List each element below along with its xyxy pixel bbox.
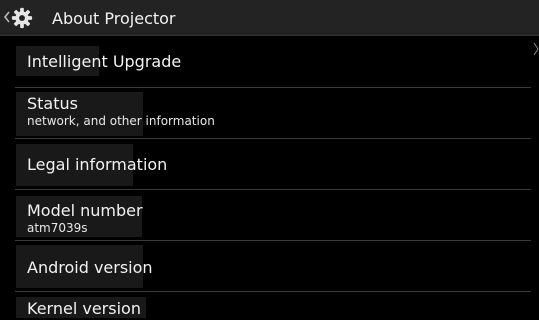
list-item-model-number[interactable]: Model number atm7039s xyxy=(0,190,539,241)
list-item-sublabel: network, and other information xyxy=(27,114,215,128)
settings-list: Intelligent Upgrade Status network, and … xyxy=(0,37,539,318)
chevron-left-icon[interactable] xyxy=(4,11,10,23)
settings-screen: About Projector Intelligent Upgrade Stat… xyxy=(0,0,539,320)
list-item-intelligent-upgrade[interactable]: Intelligent Upgrade xyxy=(0,37,539,88)
list-item-sublabel: atm7039s xyxy=(27,221,88,235)
list-item-android-version[interactable]: Android version xyxy=(0,241,539,292)
gear-icon[interactable] xyxy=(11,7,33,29)
list-item-label: Kernel version xyxy=(27,299,141,318)
list-item-status[interactable]: Status network, and other information xyxy=(0,88,539,139)
page-title: About Projector xyxy=(52,9,176,28)
list-item-legal-information[interactable]: Legal information xyxy=(0,139,539,190)
list-item-label: Legal information xyxy=(27,155,168,174)
list-item-label: Android version xyxy=(27,258,153,277)
list-item-label: Intelligent Upgrade xyxy=(27,52,182,71)
action-bar: About Projector xyxy=(0,0,539,36)
list-item-kernel-version[interactable]: Kernel version xyxy=(0,292,539,318)
list-item-label: Model number xyxy=(27,201,143,220)
list-item-label: Status xyxy=(27,94,78,113)
